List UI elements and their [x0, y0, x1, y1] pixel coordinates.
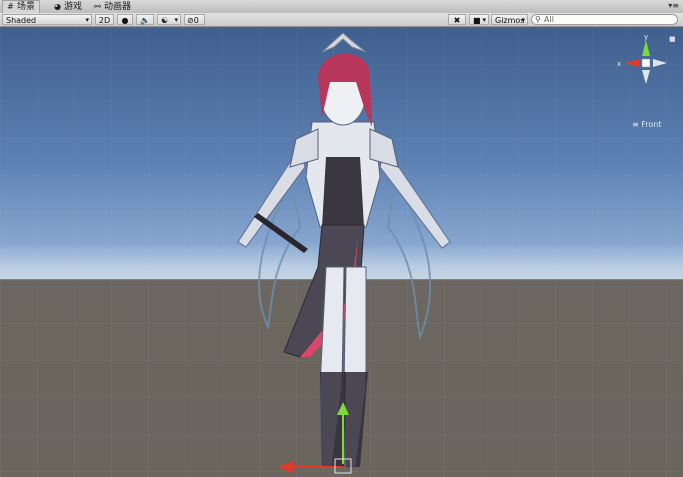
- effects-dropdown[interactable]: ☯ ▾: [157, 14, 181, 25]
- chevron-down-icon: ▾: [482, 16, 486, 24]
- scene-viewport[interactable]: y x ■ ≡ Front: [0, 27, 683, 477]
- lighting-toggle[interactable]: ●: [117, 14, 133, 25]
- tab-animator-label: 动画器: [104, 2, 132, 12]
- audio-toggle[interactable]: 🔈: [136, 14, 154, 25]
- tools-icon: ✖: [453, 16, 461, 25]
- lightbulb-icon: ●: [121, 16, 129, 25]
- viewport-canvas: [0, 27, 683, 477]
- shading-mode-label: Shaded: [6, 16, 37, 25]
- scene-tools-button[interactable]: ✖: [448, 14, 466, 25]
- chevron-down-icon: ▾: [521, 16, 525, 24]
- hash-icon: #: [7, 2, 14, 11]
- window-tab-bar: # 场景 ◕ 游戏 ⚯ 动画器 ▾≡: [0, 0, 683, 14]
- tab-scene[interactable]: # 场景: [2, 0, 41, 14]
- orientation-gizmo[interactable]: y x ■: [613, 32, 679, 102]
- center-cube[interactable]: [641, 58, 651, 68]
- tab-game[interactable]: ◕ 游戏: [50, 1, 86, 13]
- window-menu-icon[interactable]: ▾≡: [668, 1, 679, 10]
- gizmos-dropdown[interactable]: Gizmos ▾: [491, 14, 528, 25]
- x-axis-label: x: [617, 60, 621, 68]
- speaker-icon: 🔈: [140, 16, 150, 25]
- gizmos-label: Gizmos: [495, 16, 525, 25]
- chevron-down-icon: ▾: [85, 16, 89, 24]
- tab-game-label: 游戏: [64, 2, 83, 12]
- pacman-icon: ◕: [54, 2, 61, 11]
- search-placeholder: All: [544, 15, 554, 24]
- tab-scene-label: 场景: [17, 2, 36, 12]
- y-axis-cone[interactable]: [642, 40, 650, 56]
- neg-x-cone[interactable]: [653, 59, 667, 67]
- lock-icon[interactable]: ■: [669, 35, 676, 43]
- camera-icon: ■: [473, 16, 481, 25]
- 2d-mode-label: 2D: [98, 16, 111, 25]
- eye-slash-icon: ⊘: [187, 16, 194, 25]
- shading-mode-dropdown[interactable]: Shaded ▾: [2, 14, 92, 25]
- camera-dropdown[interactable]: ■ ▾: [469, 14, 489, 25]
- chevron-down-icon: ▾: [174, 16, 178, 24]
- hidden-count: 0: [193, 16, 199, 25]
- hidden-objects-toggle[interactable]: ⊘0: [184, 14, 205, 25]
- search-icon: ⚲: [535, 15, 541, 24]
- neg-y-cone[interactable]: [642, 70, 650, 84]
- tab-animator[interactable]: ⚯ 动画器: [90, 1, 135, 13]
- view-label[interactable]: ≡ Front: [632, 120, 661, 129]
- animator-icon: ⚯: [94, 2, 101, 11]
- search-input[interactable]: ⚲ All: [531, 14, 678, 25]
- effects-icon: ☯: [161, 16, 169, 25]
- view-name: Front: [641, 120, 662, 129]
- 2d-mode-toggle[interactable]: 2D: [95, 14, 114, 25]
- menu-lines-icon: ≡: [632, 120, 642, 129]
- scene-toolbar: Shaded ▾ 2D ● 🔈 ☯ ▾ ⊘0 ✖ ■ ▾ Gizmos ▾ ⚲ A…: [0, 13, 683, 27]
- y-axis-label: y: [644, 33, 648, 41]
- x-axis-cone[interactable]: [625, 59, 639, 67]
